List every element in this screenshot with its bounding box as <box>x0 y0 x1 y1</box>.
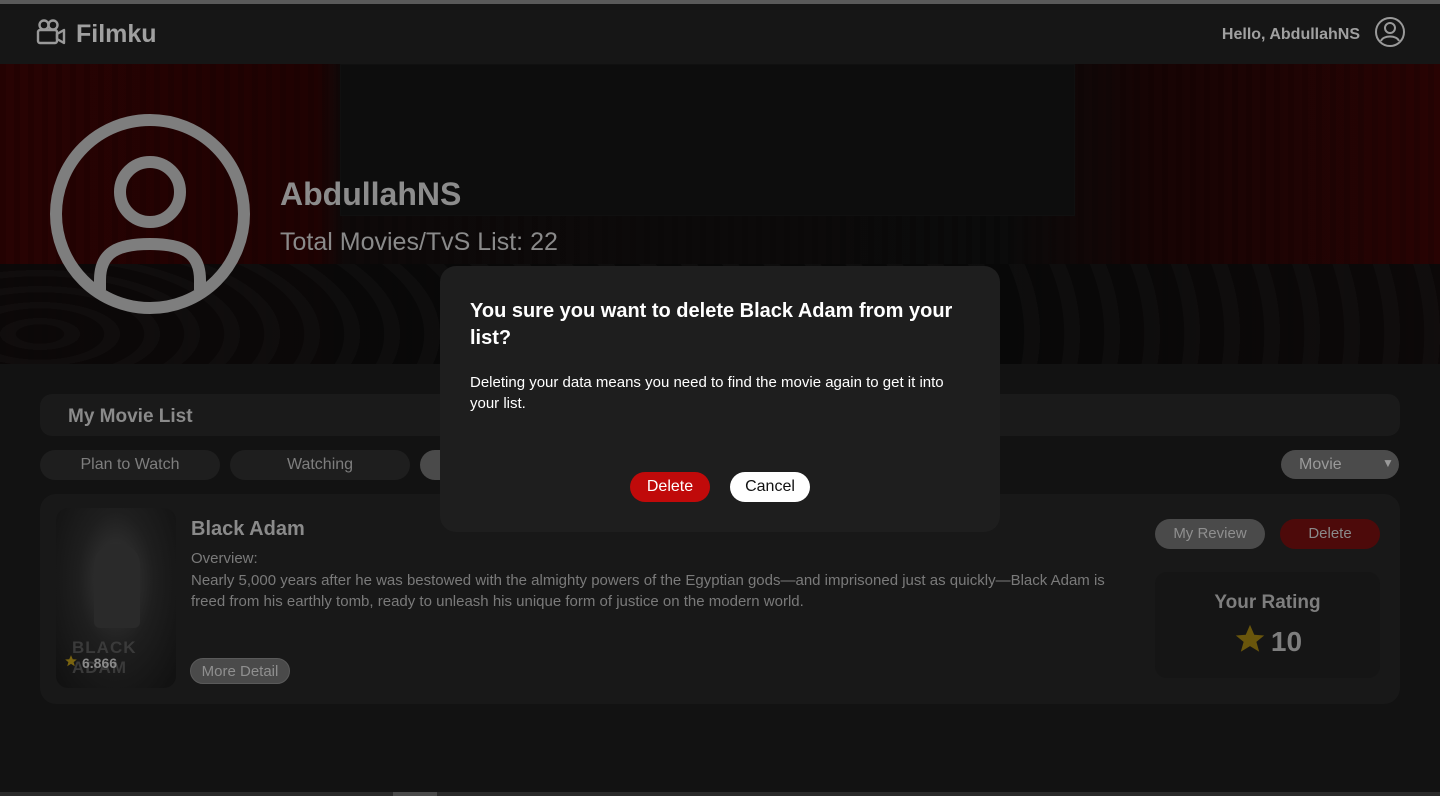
navbar: Filmku Hello, AbdullahNS <box>0 4 1440 64</box>
tab-watching[interactable]: Watching <box>230 450 410 480</box>
modal-title: You sure you want to delete Black Adam f… <box>470 300 953 349</box>
cancel-button[interactable]: Cancel <box>730 472 810 502</box>
chevron-down-icon: ▼ <box>1382 456 1394 470</box>
my-review-button[interactable]: My Review <box>1155 519 1265 549</box>
confirm-delete-button[interactable]: Delete <box>630 472 710 502</box>
modal-body: Deleting your data means you need to fin… <box>470 374 944 412</box>
tab-plan-to-watch[interactable]: Plan to Watch <box>40 450 220 480</box>
more-detail-button[interactable]: More Detail <box>190 658 290 684</box>
poster-score-value: 6.866 <box>82 654 118 671</box>
movie-poster[interactable]: BLACK ADAM 6.866 <box>56 508 176 688</box>
star-icon <box>1233 622 1267 661</box>
brand-name: Filmku <box>76 20 157 48</box>
video-camera-icon <box>36 18 66 51</box>
overview-text: Nearly 5,000 years after he was bestowed… <box>191 572 1105 610</box>
poster-score: 6.866 <box>64 654 117 671</box>
delete-confirm-modal: You sure you want to delete Black Adam f… <box>440 266 1000 532</box>
star-icon <box>64 654 78 671</box>
profile-total-count: Total Movies/TvS List: 22 <box>280 228 558 256</box>
your-rating-box: Your Rating 10 <box>1155 572 1380 678</box>
poster-figure <box>94 544 140 628</box>
bottom-scrollbar[interactable] <box>0 792 1440 796</box>
your-rating-label: Your Rating <box>1214 592 1321 613</box>
your-rating-value: 10 <box>1270 625 1303 657</box>
brand-link[interactable]: Filmku <box>36 18 157 51</box>
profile-avatar-icon <box>48 112 252 321</box>
overview-label: Overview: <box>191 550 258 567</box>
profile-username: AbdullahNS <box>280 176 462 212</box>
scrollbar-thumb[interactable] <box>393 792 437 796</box>
list-title: My Movie List <box>68 406 193 427</box>
user-greeting: Hello, AbdullahNS <box>1221 26 1360 43</box>
your-rating-row: 10 <box>1155 622 1380 661</box>
user-account-icon[interactable] <box>1374 16 1406 53</box>
card-delete-button[interactable]: Delete <box>1280 519 1380 549</box>
movie-title: Black Adam <box>191 518 305 540</box>
